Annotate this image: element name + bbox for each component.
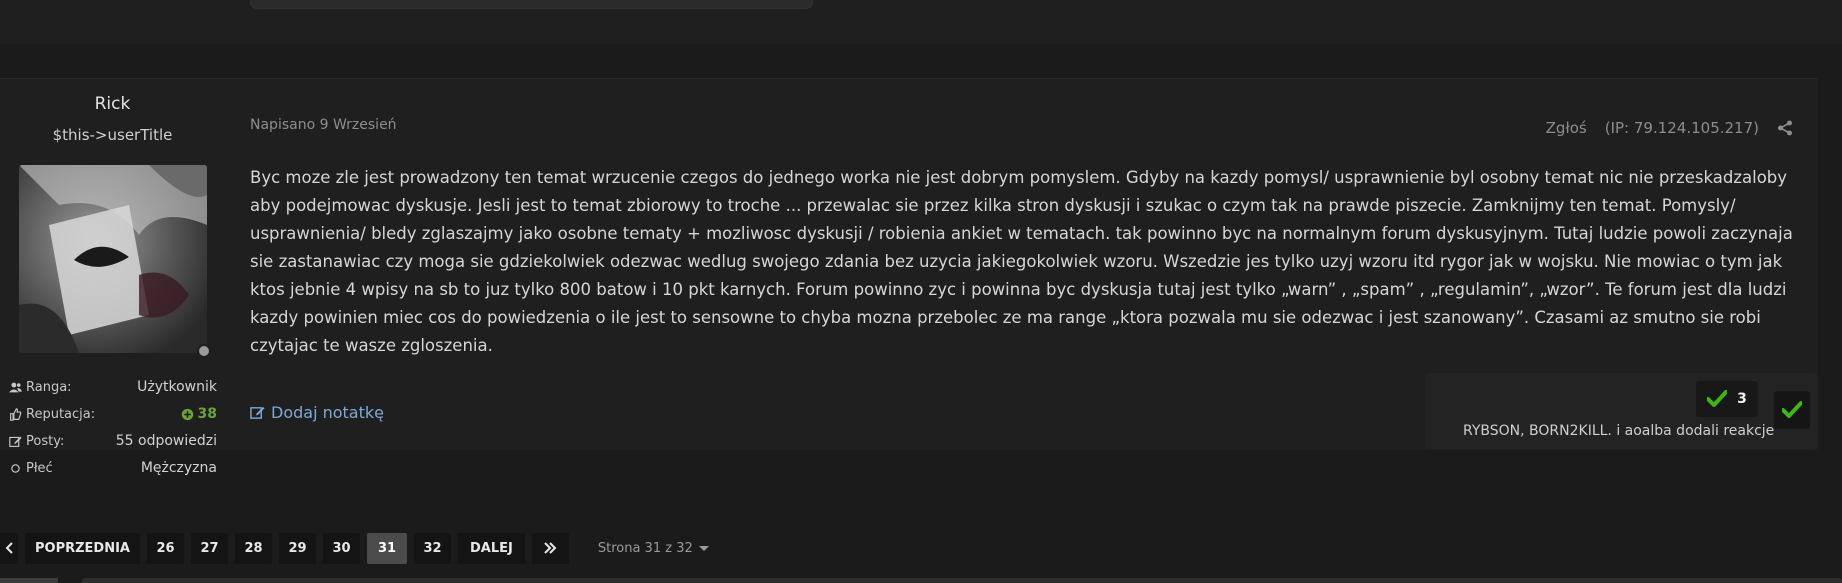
post-date[interactable]: Napisano 9 Wrzesień — [250, 117, 397, 133]
post-tools: Zgłoś (IP: 79.124.105.217) — [1546, 119, 1793, 137]
thumbs-up-icon — [10, 408, 22, 421]
avatar[interactable] — [19, 165, 207, 353]
stat-value-gender: Mężczyzna — [140, 460, 217, 476]
author-panel: Rick $this->userTitle Ranga: Użytkownik … — [0, 79, 225, 476]
page-32[interactable]: 32 — [414, 532, 451, 564]
stat-value-posts: 55 odpowiedzi — [115, 433, 217, 449]
stat-value-rank: Użytkownik — [137, 379, 217, 395]
previous-post-footer — [0, 0, 1842, 44]
bottom-edge-left — [0, 578, 58, 583]
forum-post: Rick $this->userTitle Ranga: Użytkownik … — [0, 78, 1818, 476]
last-page-button[interactable] — [531, 532, 569, 564]
reaction-names[interactable]: RYBSON, BORN2KILL. i aoalba dodali reakc… — [1463, 423, 1774, 439]
add-note-label: Dodaj notatkę — [271, 403, 384, 422]
stat-row-rank: Ranga: Użytkownik — [9, 374, 217, 401]
reputation-badge[interactable]: 38 — [181, 406, 217, 422]
reactions-panel: 3 RYBSON, BORN2KILL. i aoalba dodali rea… — [1425, 373, 1818, 449]
stat-label-rank: Ranga: — [26, 380, 72, 395]
author-stats: Ranga: Użytkownik Reputacja: 38 Posty: 5… — [9, 374, 217, 482]
plus-circle-icon — [181, 408, 193, 420]
next-page-button[interactable]: DALEJ — [458, 532, 525, 564]
page-30[interactable]: 30 — [323, 532, 360, 564]
ip-address: (IP: 79.124.105.217) — [1604, 119, 1759, 137]
first-page-button[interactable] — [0, 532, 18, 564]
author-name[interactable]: Rick — [0, 94, 225, 114]
post-content: Byc moze zle jest prowadzony ten temat w… — [250, 168, 1793, 355]
page-27[interactable]: 27 — [191, 532, 228, 564]
stat-label-posts: Posty: — [26, 434, 65, 449]
page-28[interactable]: 28 — [235, 532, 272, 564]
circle-icon — [11, 464, 20, 473]
next-section-edge — [82, 578, 1842, 583]
share-icon[interactable] — [1777, 120, 1793, 136]
stat-row-gender: Płeć Mężczyzna — [9, 455, 217, 482]
stat-label-gender: Płeć — [26, 461, 53, 476]
stat-label-reputation: Reputacja: — [26, 407, 96, 422]
pagination: POPRZEDNIA 26 27 28 29 30 31 32 DALEJ St… — [0, 532, 1842, 564]
edit-icon — [250, 406, 265, 419]
page-jump-dropdown[interactable]: Strona 31 z 32 — [598, 541, 709, 556]
users-icon — [9, 382, 22, 393]
prev-page-button[interactable]: POPRZEDNIA — [25, 532, 140, 564]
check-icon — [1707, 390, 1728, 407]
page-29[interactable]: 29 — [279, 532, 316, 564]
editor-box-edge — [250, 0, 813, 9]
offline-status-dot — [197, 344, 211, 358]
stat-row-reputation: Reputacja: 38 — [9, 401, 217, 428]
page-26[interactable]: 26 — [147, 532, 184, 564]
double-chevron-right-icon — [544, 542, 557, 554]
reaction-count: 3 — [1737, 391, 1747, 407]
stat-row-posts: Posty: 55 odpowiedzi — [9, 428, 217, 455]
report-link[interactable]: Zgłoś — [1546, 119, 1587, 137]
reaction-count-badge[interactable]: 3 — [1696, 381, 1758, 417]
stat-value-reputation: 38 — [197, 406, 217, 422]
chevron-left-icon — [5, 542, 13, 554]
avatar-image — [19, 165, 207, 353]
caret-down-icon — [698, 545, 709, 551]
page-summary: Strona 31 z 32 — [597, 540, 693, 556]
check-icon — [1782, 401, 1802, 418]
page-31-current[interactable]: 31 — [367, 532, 407, 564]
author-title: $this->userTitle — [52, 126, 173, 144]
edit-icon — [9, 436, 22, 447]
react-button[interactable] — [1774, 391, 1810, 429]
add-note-button[interactable]: Dodaj notatkę — [250, 403, 384, 422]
